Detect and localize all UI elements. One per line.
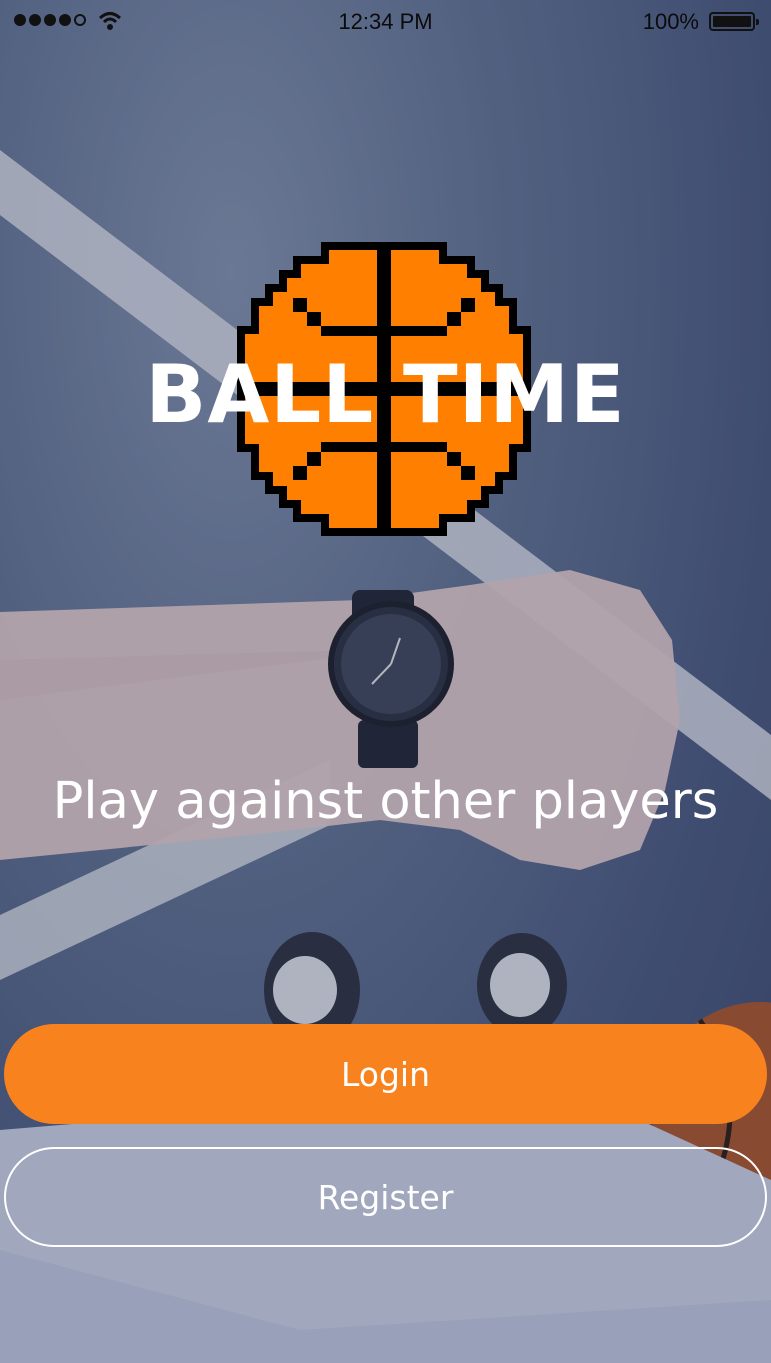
status-bar: 12:34 PM 100% xyxy=(0,0,771,44)
app-title: BALL TIME xyxy=(145,348,626,441)
splash-screen: 12:34 PM 100% BALL TIME Play against oth… xyxy=(0,0,771,1363)
battery-icon xyxy=(709,12,759,31)
register-button[interactable]: Register xyxy=(4,1147,767,1247)
login-button[interactable]: Login xyxy=(4,1024,767,1124)
login-button-label: Login xyxy=(340,1054,431,1094)
tagline: Play against other players xyxy=(52,772,719,831)
battery-percent: 100% xyxy=(642,9,699,34)
register-button-label: Register xyxy=(317,1177,454,1217)
